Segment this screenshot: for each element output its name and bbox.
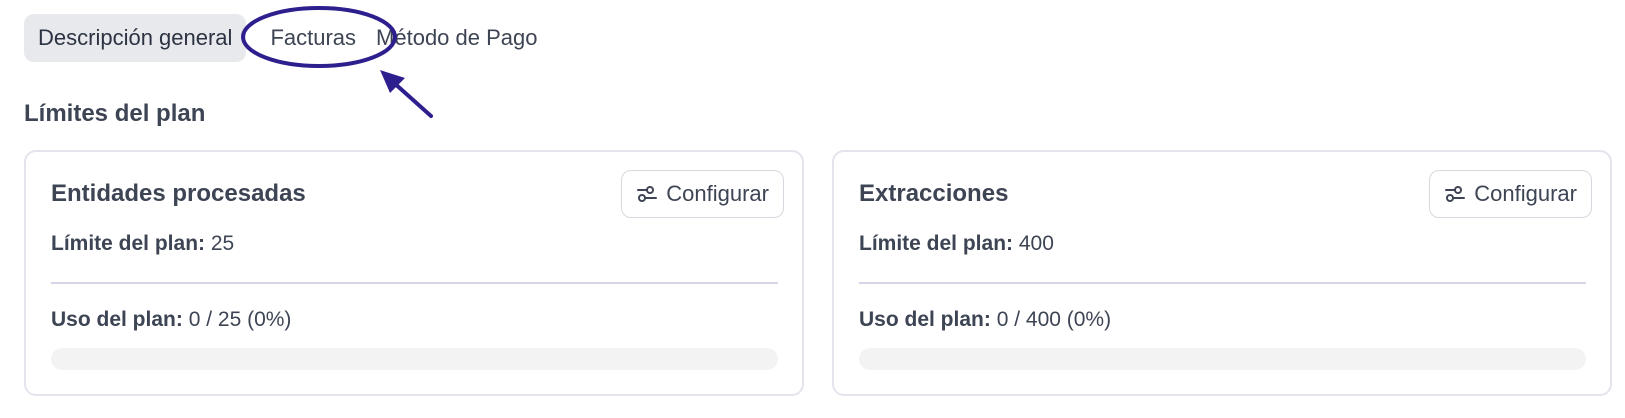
plan-usage: Uso del plan: 0 / 25 (0%) <box>51 308 291 332</box>
plan-limit-value: 25 <box>210 232 235 255</box>
tab-bar: Descripción general Facturas Método de P… <box>24 14 538 62</box>
tab-label: Descripción general <box>38 25 233 50</box>
divider <box>51 282 778 284</box>
usage-progress-bar <box>859 348 1586 370</box>
usage-progress-bar <box>51 348 778 370</box>
plan-usage-label: Uso del plan: <box>51 308 183 331</box>
plan-limit: Límite del plan: 25 <box>51 232 234 256</box>
tab-label: Facturas <box>270 25 357 50</box>
configure-button[interactable]: Configurar <box>1429 170 1592 218</box>
card-title: Entidades procesadas <box>51 180 306 207</box>
pointer-arrow-icon <box>380 70 433 118</box>
plan-usage-label: Uso del plan: <box>859 308 991 331</box>
plan-limit: Límite del plan: 400 <box>859 232 1054 256</box>
page: Descripción general Facturas Método de P… <box>0 0 1625 418</box>
configure-label: Configurar <box>666 181 769 206</box>
plan-limit-card: Extracciones Configurar Límite del plan:… <box>832 150 1612 396</box>
plan-limit-value: 400 <box>1018 232 1054 255</box>
tab-label: Método de Pago <box>376 25 538 50</box>
plan-usage: Uso del plan: 0 / 400 (0%) <box>859 308 1111 332</box>
sliders-icon <box>1444 185 1466 203</box>
tab-descripcion-general[interactable]: Descripción general <box>24 14 247 62</box>
configure-label: Configurar <box>1474 181 1577 206</box>
tab-facturas[interactable]: Facturas <box>246 14 376 62</box>
plan-usage-value: 0 / 25 (0%) <box>188 308 292 331</box>
card-title: Extracciones <box>859 180 1009 207</box>
divider <box>859 282 1586 284</box>
sliders-icon <box>636 185 658 203</box>
configure-button[interactable]: Configurar <box>621 170 784 218</box>
plan-usage-value: 0 / 400 (0%) <box>996 308 1112 331</box>
plan-limit-label: Límite del plan: <box>859 232 1014 255</box>
plan-limit-label: Límite del plan: <box>51 232 206 255</box>
tab-metodo-de-pago[interactable]: Método de Pago <box>376 14 537 62</box>
section-title: Límites del plan <box>24 100 206 127</box>
plan-limit-card: Entidades procesadas Configurar Límite d… <box>24 150 804 396</box>
